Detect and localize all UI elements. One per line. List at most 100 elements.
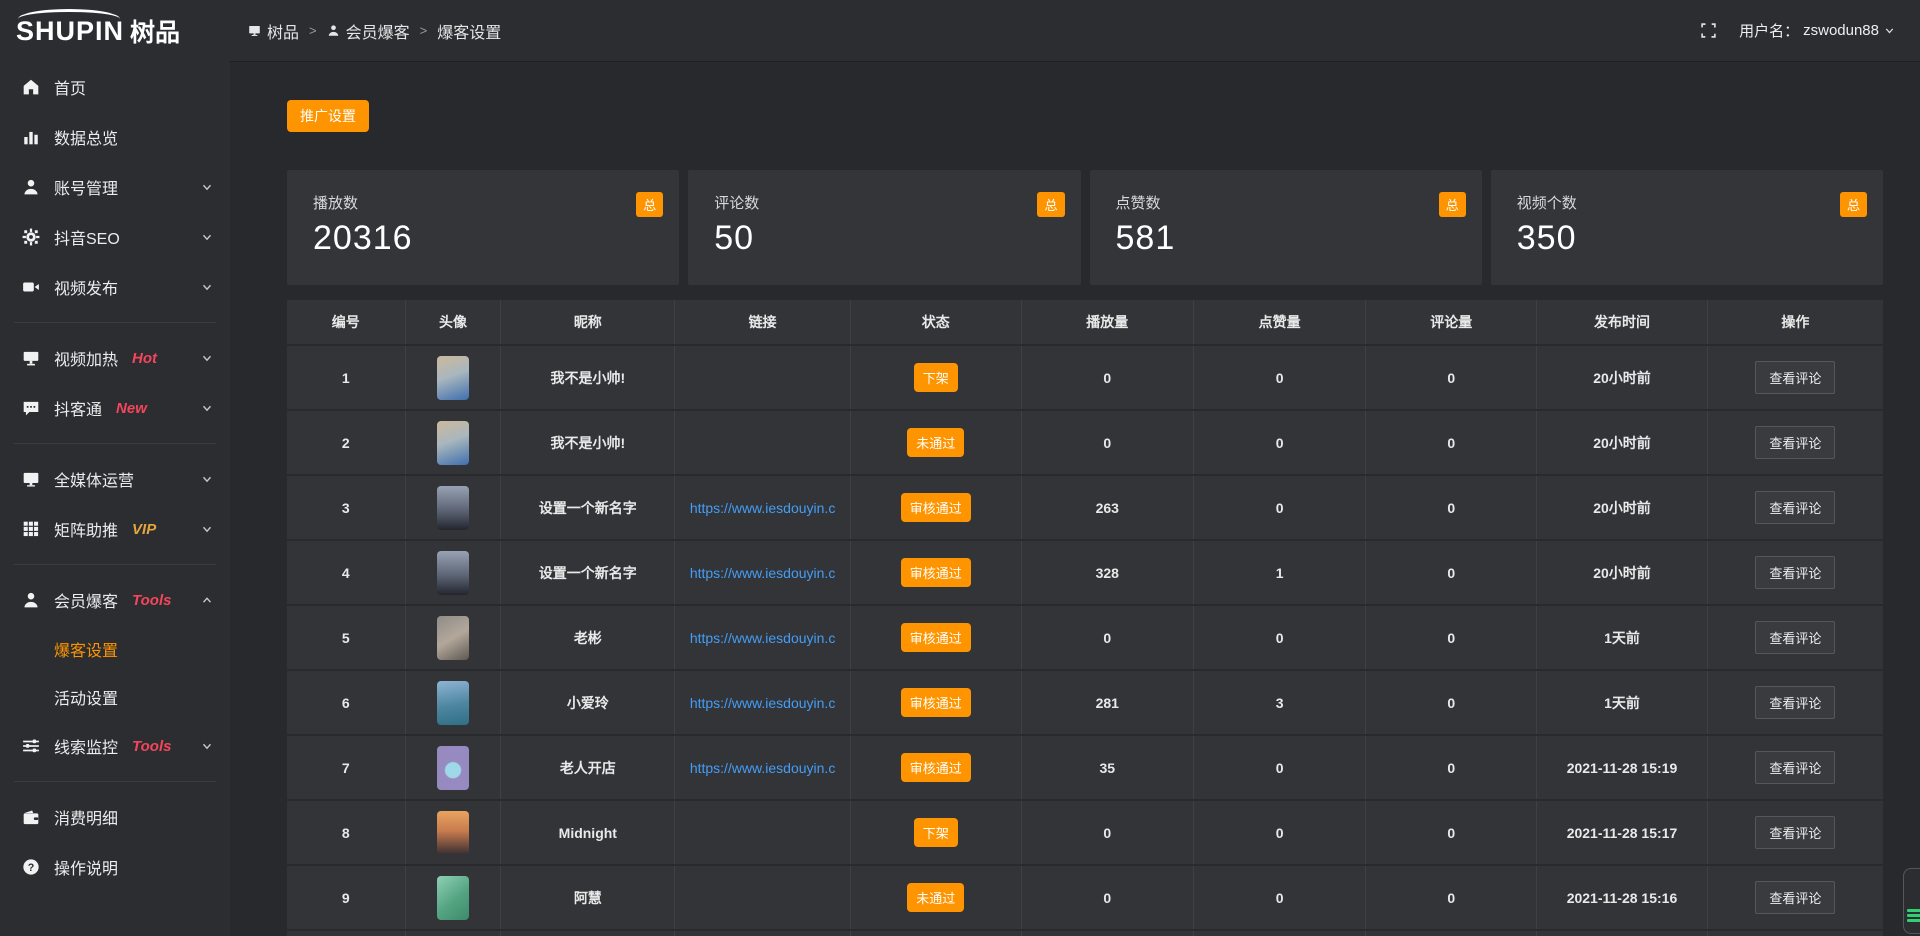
- cell-likes: [1193, 930, 1365, 936]
- sidebar-item-全媒体运营[interactable]: 全媒体运营: [0, 454, 230, 504]
- view-comments-button[interactable]: 查看评论: [1755, 751, 1835, 784]
- sidebar-item-账号管理[interactable]: 账号管理: [0, 162, 230, 212]
- cell-likes: 0: [1193, 735, 1365, 800]
- stat-card-评论数: 评论数50总: [688, 170, 1080, 285]
- sidebar-item-操作说明[interactable]: ?操作说明: [0, 842, 230, 892]
- sidebar-item-label: 会员爆客: [54, 588, 118, 612]
- sidebar-item-badge: Hot: [132, 350, 157, 367]
- cell-nickname: 我不是小帅!: [501, 345, 675, 410]
- breadcrumb-item-树品[interactable]: 树品: [248, 19, 299, 43]
- cell-link[interactable]: https://www.iesdouyin.c: [675, 540, 851, 605]
- status-badge: 审核通过: [901, 558, 971, 587]
- cell-link: [675, 930, 851, 936]
- sidebar-subitem-活动设置[interactable]: 活动设置: [0, 673, 230, 721]
- cell-link[interactable]: https://www.iesdouyin.c: [675, 670, 851, 735]
- breadcrumb-item-会员爆客[interactable]: 会员爆客: [327, 19, 410, 43]
- stat-total-badge: 总: [636, 192, 663, 217]
- sidebar-item-视频加热[interactable]: 视频加热Hot: [0, 333, 230, 383]
- cell-id: 1: [287, 345, 405, 410]
- user-menu[interactable]: 用户名：zswodun88: [1739, 20, 1896, 41]
- sidebar-item-消费明细[interactable]: 消费明细: [0, 792, 230, 842]
- cell-actions: [1707, 930, 1883, 936]
- main-content: 推广设置 播放数20316总评论数50总点赞数581总视频个数350总 编号头像…: [230, 62, 1920, 936]
- sidebar-item-label: 抖音SEO: [54, 225, 120, 249]
- table-header-播放量: 播放量: [1021, 300, 1193, 345]
- view-comments-button[interactable]: 查看评论: [1755, 361, 1835, 394]
- cell-time: 1天前: [1537, 605, 1708, 670]
- cell-avatar: [405, 800, 501, 865]
- chevron-down-icon: [200, 401, 214, 415]
- user-icon: [327, 24, 340, 37]
- cell-link[interactable]: https://www.iesdouyin.c: [675, 475, 851, 540]
- sidebar-item-首页[interactable]: 首页: [0, 62, 230, 112]
- sidebar-item-矩阵助推[interactable]: 矩阵助推VIP: [0, 504, 230, 554]
- logo-text-en: SHUPIN: [16, 18, 124, 45]
- cell-actions: 查看评论: [1707, 540, 1883, 605]
- view-comments-button[interactable]: 查看评论: [1755, 816, 1835, 849]
- chevron-down-icon: [1883, 24, 1896, 37]
- cell-status: 下架: [850, 345, 1021, 410]
- cell-time: 20小时前: [1537, 540, 1708, 605]
- cell-id: 4: [287, 540, 405, 605]
- sidebar-item-抖客通[interactable]: 抖客通New: [0, 383, 230, 433]
- cell-link[interactable]: https://www.iesdouyin.c: [675, 735, 851, 800]
- logo-text-cn: 树品: [130, 13, 180, 49]
- view-comments-button[interactable]: 查看评论: [1755, 881, 1835, 914]
- sidebar-item-label: 抖客通: [54, 396, 102, 420]
- avatar: [437, 746, 469, 790]
- table-header-row: 编号头像昵称链接状态播放量点赞量评论量发布时间操作: [287, 300, 1883, 345]
- chevron-up-icon: [200, 593, 214, 607]
- cell-nickname: 老彬: [501, 605, 675, 670]
- breadcrumb-label: 会员爆客: [346, 19, 410, 43]
- app-logo[interactable]: SHUPIN 树品: [0, 0, 230, 62]
- sidebar-item-会员爆客[interactable]: 会员爆客Tools: [0, 575, 230, 625]
- sidebar-item-线索监控[interactable]: 线索监控Tools: [0, 721, 230, 771]
- scroll-widget-bar: [1907, 909, 1920, 912]
- username-value: zswodun88: [1803, 22, 1879, 39]
- cell-comments: 0: [1366, 800, 1537, 865]
- topbar-right: 用户名：zswodun88: [1700, 20, 1920, 41]
- cell-link[interactable]: https://www.iesdouyin.c: [675, 605, 851, 670]
- cell-link: [675, 865, 851, 930]
- monitor-icon: [22, 470, 40, 488]
- status-badge: 未通过: [907, 428, 964, 457]
- fullscreen-icon[interactable]: [1700, 22, 1717, 39]
- view-comments-button[interactable]: 查看评论: [1755, 621, 1835, 654]
- view-comments-button[interactable]: 查看评论: [1755, 426, 1835, 459]
- breadcrumb-separator: >: [420, 23, 428, 38]
- table-row: 3设置一个新名字https://www.iesdouyin.c审核通过26300…: [287, 475, 1883, 540]
- cell-actions: 查看评论: [1707, 410, 1883, 475]
- cell-plays: 0: [1021, 605, 1193, 670]
- cell-status: 下架: [850, 800, 1021, 865]
- cell-id: 5: [287, 605, 405, 670]
- sidebar-divider: [14, 781, 216, 782]
- view-comments-button[interactable]: 查看评论: [1755, 491, 1835, 524]
- scroll-widget[interactable]: [1903, 868, 1920, 934]
- view-comments-button[interactable]: 查看评论: [1755, 556, 1835, 589]
- sidebar-item-数据总览[interactable]: 数据总览: [0, 112, 230, 162]
- sidebar-subitem-爆客设置[interactable]: 爆客设置: [0, 625, 230, 673]
- sidebar-item-label: 线索监控: [54, 734, 118, 758]
- stat-card-点赞数: 点赞数581总: [1090, 170, 1482, 285]
- sidebar-menu: 首页数据总览账号管理抖音SEO 视频发布视频加热Hot抖客通New 全媒体运营矩阵助…: [0, 62, 230, 892]
- wallet-icon: [22, 808, 40, 826]
- table-header-操作: 操作: [1707, 300, 1883, 345]
- sidebar-item-badge: VIP: [132, 521, 156, 538]
- cell-status: 审核通过: [850, 540, 1021, 605]
- promo-settings-button[interactable]: 推广设置: [287, 100, 369, 132]
- cell-time: [1537, 930, 1708, 936]
- avatar: [437, 356, 469, 400]
- cell-status: 审核通过: [850, 670, 1021, 735]
- cell-status: [850, 930, 1021, 936]
- cell-actions: 查看评论: [1707, 865, 1883, 930]
- table-row: 9阿慧未通过0002021-11-28 15:16查看评论: [287, 865, 1883, 930]
- sidebar-item-抖音SEO[interactable]: 抖音SEO: [0, 212, 230, 262]
- cell-status: 审核通过: [850, 605, 1021, 670]
- sidebar-item-视频发布[interactable]: 视频发布: [0, 262, 230, 312]
- cell-avatar: [405, 670, 501, 735]
- view-comments-button[interactable]: 查看评论: [1755, 686, 1835, 719]
- breadcrumb-separator: >: [309, 23, 317, 38]
- screen-icon: [22, 349, 40, 367]
- cell-plays: [1021, 930, 1193, 936]
- breadcrumb-item-爆客设置[interactable]: 爆客设置: [437, 19, 501, 43]
